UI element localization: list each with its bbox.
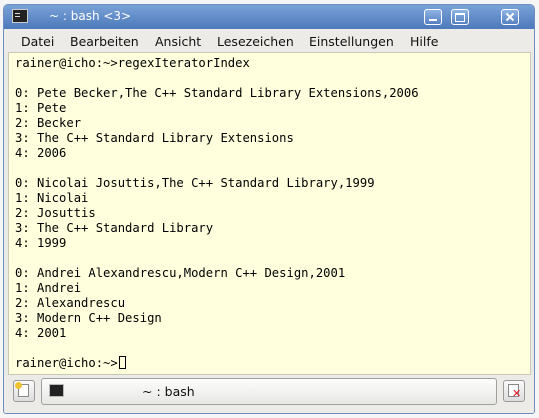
terminal-line: 0: Andrei Alexandrescu,Modern C++ Design… <box>15 266 346 280</box>
terminal-line: 0: Nicolai Josuttis,The C++ Standard Lib… <box>15 176 375 190</box>
menu-lesezeichen[interactable]: Lesezeichen <box>217 34 294 49</box>
terminal-line: 4: 1999 <box>15 236 67 250</box>
terminal-line: 2: Josuttis <box>15 206 96 220</box>
menu-bearbeiten[interactable]: Bearbeiten <box>70 34 139 49</box>
terminal-output[interactable]: rainer@icho:~>regexIteratorIndex 0: Pete… <box>8 52 531 375</box>
terminal-line: 3: The C++ Standard Library Extensions <box>15 131 294 145</box>
konsole-window: ~ : bash <3> Datei Bearbeiten Ansicht Le… <box>3 4 535 414</box>
menu-einstellungen[interactable]: Einstellungen <box>309 34 394 49</box>
terminal-line: 1: Andrei <box>15 281 82 295</box>
close-icon: ✕ <box>512 387 522 400</box>
window-title: ~ : bash <3> <box>49 9 132 23</box>
title-bar[interactable]: ~ : bash <3> <box>4 5 534 29</box>
terminal-line: 2: Becker <box>15 116 82 130</box>
maximize-button[interactable] <box>451 9 469 25</box>
terminal-icon[interactable] <box>12 9 28 23</box>
new-tab-button[interactable] <box>13 380 35 402</box>
terminal-line: 1: Pete <box>15 101 67 115</box>
terminal-line: 4: 2001 <box>15 326 67 340</box>
close-tab-button[interactable]: ✕ <box>503 380 525 402</box>
tab-bash[interactable]: ~ : bash <box>41 378 497 405</box>
menu-bar: Datei Bearbeiten Ansicht Lesezeichen Ein… <box>4 29 534 53</box>
terminal-line: 4: 2006 <box>15 146 67 160</box>
terminal-cursor <box>118 356 126 369</box>
terminal-line: rainer@icho:~>regexIteratorIndex <box>15 56 250 70</box>
terminal-line: 0: Pete Becker,The C++ Standard Library … <box>15 86 419 100</box>
star-icon <box>15 382 22 389</box>
tab-bar: ~ : bash ✕ <box>4 375 534 413</box>
terminal-icon <box>49 384 64 397</box>
terminal-line: 2: Alexandrescu <box>15 296 126 310</box>
terminal-prompt: rainer@icho:~> <box>15 356 118 370</box>
close-window-button[interactable] <box>501 9 519 25</box>
tab-label: ~ : bash <box>142 384 195 399</box>
menu-ansicht[interactable]: Ansicht <box>155 34 201 49</box>
terminal-prompt-line: rainer@icho:~> <box>15 356 126 371</box>
terminal-line: 1: Nicolai <box>15 191 89 205</box>
menu-hilfe[interactable]: Hilfe <box>410 34 438 49</box>
terminal-line: 3: The C++ Standard Library <box>15 221 214 235</box>
minimize-button[interactable] <box>424 9 442 25</box>
menu-datei[interactable]: Datei <box>21 34 54 49</box>
terminal-line: 3: Modern C++ Design <box>15 311 162 325</box>
